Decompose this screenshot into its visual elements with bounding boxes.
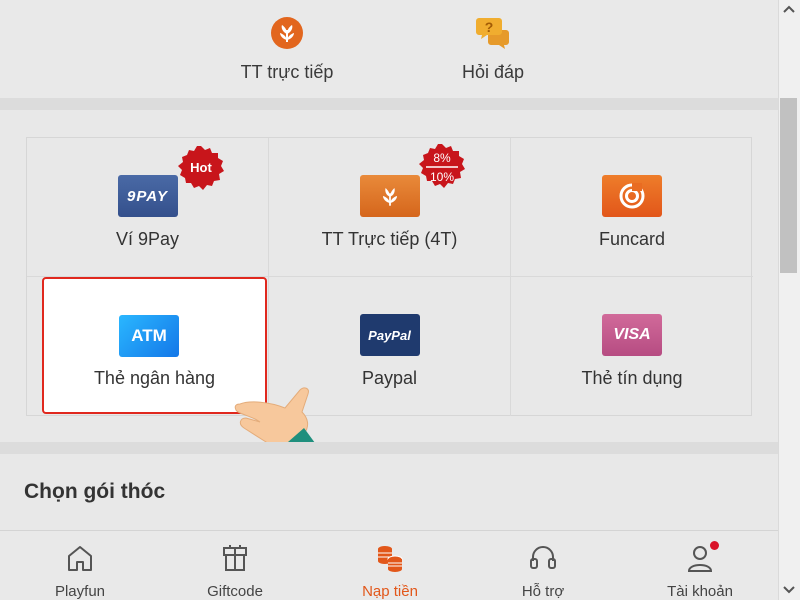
hot-badge: Hot <box>178 146 224 190</box>
atm-logo: ATM <box>119 315 179 357</box>
payment-label: Thẻ tín dụng <box>581 368 683 388</box>
nav-label: Giftcode <box>207 583 263 600</box>
package-section: Chọn gói thóc <box>0 454 778 530</box>
payment-tt-truc-tiep-4t[interactable]: TT Trực tiếp (4T) <box>269 138 511 277</box>
scroll-down-arrow-icon[interactable] <box>782 585 796 595</box>
nav-label: Tài khoản <box>667 583 733 600</box>
scrollbar-thumb[interactable] <box>780 98 797 273</box>
package-section-title: Chọn gói thóc <box>24 480 166 503</box>
payment-label: Funcard <box>598 229 666 249</box>
payment-label: TT Trực tiếp (4T) <box>321 229 458 249</box>
nav-nap-tien[interactable]: Nạp tiền <box>330 543 450 600</box>
payment-funcard[interactable]: Funcard <box>511 138 753 277</box>
nav-playfun[interactable]: Playfun <box>20 543 140 600</box>
payment-label: Ví 9Pay <box>115 229 180 249</box>
nav-label: Hỗ trợ <box>521 583 565 600</box>
nav-label: Nạp tiền <box>362 583 418 600</box>
top-actions: TT trực tiếp ? Hỏi đáp <box>0 0 778 98</box>
hoi-dap-action[interactable]: ? Hỏi đáp <box>413 16 573 83</box>
svg-text:?: ? <box>485 19 494 35</box>
spiral-icon <box>619 183 645 209</box>
visa-logo: VISA <box>602 314 662 356</box>
headset-icon <box>530 546 556 569</box>
wheat-sprout-icon <box>271 17 303 49</box>
hot-badge-text: Hot <box>190 160 212 175</box>
section-divider <box>0 98 778 110</box>
scroll-up-arrow-icon[interactable] <box>782 4 796 14</box>
section-divider <box>0 442 778 454</box>
nav-tai-khoan[interactable]: Tài khoản <box>640 543 760 600</box>
discount-badge-bottom: 10% <box>430 170 454 184</box>
nav-giftcode[interactable]: Giftcode <box>175 543 295 600</box>
coins-stack-icon <box>378 546 403 572</box>
scrollbar[interactable] <box>778 0 800 600</box>
gift-box-icon <box>223 545 247 571</box>
hoi-dap-label: Hỏi đáp <box>461 62 525 82</box>
paypal-logo: PayPal <box>359 314 420 356</box>
home-icon <box>68 546 92 571</box>
page: TT trực tiếp ? Hỏi đáp 9PAY Ví 9Pay TT T… <box>0 0 778 600</box>
funcard-logo <box>602 175 662 217</box>
nav-ho-tro[interactable]: Hỗ trợ <box>483 543 603 600</box>
tt-truc-tiep-action[interactable]: TT trực tiếp <box>207 16 367 83</box>
wheat-sprout-logo <box>359 175 420 217</box>
wheat-sprout-icon <box>382 188 397 206</box>
9pay-logo: 9PAY <box>117 175 178 217</box>
notification-dot <box>710 541 719 550</box>
discount-badge-top: 8% <box>433 151 451 165</box>
bottom-navigation: Playfun Giftcode Nạp tiền Hỗ trợ Tài kho… <box>0 530 778 600</box>
payment-the-tin-dung[interactable]: VISA Thẻ tín dụng <box>511 277 753 416</box>
question-chat-icon: ? <box>476 18 509 49</box>
payment-vi-9pay[interactable]: 9PAY Ví 9Pay <box>27 138 269 277</box>
discount-badge: 8% 10% <box>419 144 465 188</box>
nav-label: Playfun <box>54 583 106 600</box>
tt-truc-tiep-label: TT trực tiếp <box>240 62 334 82</box>
